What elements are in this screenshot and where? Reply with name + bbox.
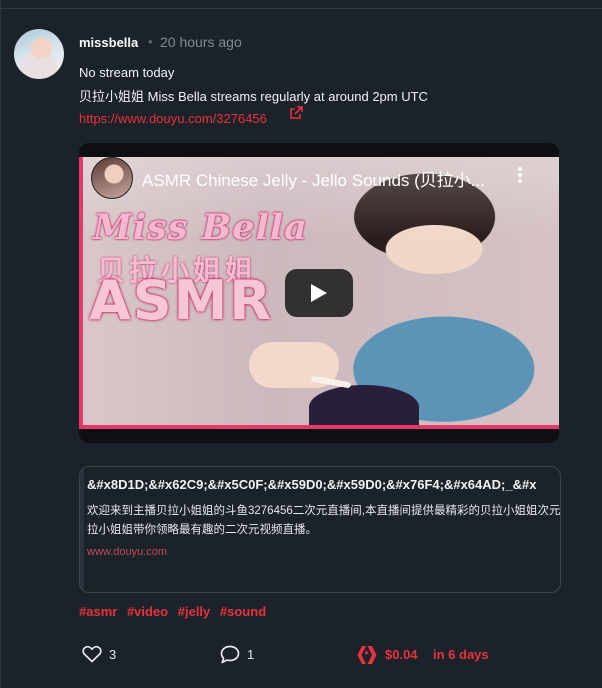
play-button[interactable] [285,269,353,317]
meta-separator: • [148,34,153,49]
post-link[interactable]: https://www.douyu.com/3276456 [79,111,267,126]
tag-list: #asmr #video #jelly #sound [79,604,272,619]
thumbnail-border-bottom [79,425,559,429]
tag-jelly[interactable]: #jelly [178,604,211,619]
tag-video[interactable]: #video [127,604,168,619]
card-accent-bar [80,467,84,592]
thumbnail-brand-text: Miss Bella [93,207,308,248]
payout-time: in 6 days [433,647,489,662]
thumbnail-asmr-text: ASMR [89,269,274,332]
left-border [0,0,1,688]
link-preview-card[interactable]: &#x8D1D;&#x62C9;&#x5C0F;&#x59D0;&#x59D0;… [79,466,561,593]
post-text-line-1: No stream today [79,65,175,80]
more-vertical-icon[interactable] [515,165,525,185]
video-title[interactable]: ASMR Chinese Jelly - Jello Sounds (贝拉小..… [142,166,502,191]
card-domain[interactable]: www.douyu.com [87,546,167,558]
payout-amount[interactable]: $0.04 [385,647,418,662]
author-name[interactable]: missbella [79,35,138,50]
like-count: 3 [109,647,117,662]
comment-count: 1 [247,647,255,662]
video-embed[interactable]: Miss Bella 贝拉小姐姐 ASMR ASMR Chinese Jelly… [79,143,559,443]
top-divider [0,8,602,9]
external-link-icon[interactable] [289,106,303,120]
hive-icon[interactable] [357,645,377,665]
card-title[interactable]: &#x8D1D;&#x62C9;&#x5C0F;&#x59D0;&#x59D0;… [87,477,536,492]
heart-icon[interactable] [82,645,102,663]
play-icon [311,284,327,302]
avatar[interactable] [14,29,64,79]
comment-icon[interactable] [220,645,240,664]
card-description: 欢迎来到主播贝拉小姐姐的斗鱼3276456二次元直播间,本直播间提供最精彩的贝拉… [87,505,561,536]
video-channel-avatar[interactable] [91,157,133,199]
post-text-line-2: 贝拉小姐姐 Miss Bella streams regularly at ar… [79,89,428,104]
post-timestamp[interactable]: 20 hours ago [160,34,242,50]
tag-asmr[interactable]: #asmr [79,604,117,619]
thumbnail-border-left [79,157,83,429]
tag-sound[interactable]: #sound [220,604,266,619]
thumbnail-jelly-bowl [309,385,419,429]
